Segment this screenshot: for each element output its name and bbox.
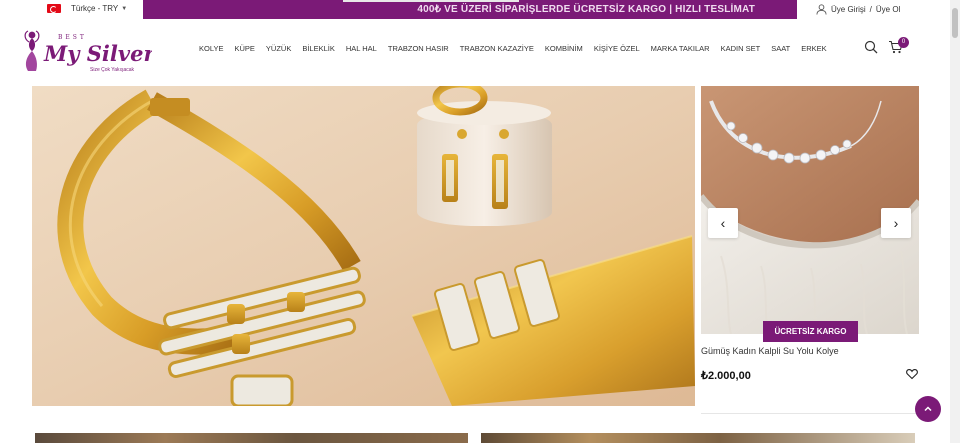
svg-text:My Silver: My Silver xyxy=(43,41,152,66)
nav-item-erkek[interactable]: ERKEK xyxy=(801,44,826,53)
nav-item-yuzuk[interactable]: YÜZÜK xyxy=(266,44,291,53)
promo-text: 400₺ VE ÜZERİ SİPARİŞLERDE ÜCRETSİZ KARG… xyxy=(417,4,755,15)
nav-item-kupe[interactable]: KÜPE xyxy=(234,44,254,53)
chevron-down-icon: ▼ xyxy=(121,5,128,12)
product-price: ₺2.000,00 xyxy=(701,370,751,382)
category-banner-right[interactable] xyxy=(481,433,915,443)
product-card[interactable]: ‹ › ÜCRETSİZ KARGO Gümüş Kadın Kalpli Su… xyxy=(701,86,919,416)
logo-graphic: BEST My Silver Size Çok Yakışacak xyxy=(24,30,156,73)
user-icon xyxy=(816,4,827,15)
gold-jewelry-set-image xyxy=(32,86,695,406)
nav-item-kisiye-ozel[interactable]: KİŞİYE ÖZEL xyxy=(594,44,640,53)
language-currency-selector[interactable]: Türkçe - TRY ▼ xyxy=(47,4,127,13)
account-links: Üye Girişi / Üye Ol xyxy=(816,4,900,15)
carousel-next-button[interactable]: › xyxy=(881,208,911,238)
chevron-up-icon xyxy=(924,406,932,412)
cart-count-badge: 0 xyxy=(898,37,909,48)
card-divider xyxy=(701,413,919,414)
nav-item-saat[interactable]: SAAT xyxy=(771,44,790,53)
promo-banner: 400₺ VE ÜZERİ SİPARİŞLERDE ÜCRETSİZ KARG… xyxy=(143,0,797,19)
main-navigation: KOLYE KÜPE YÜZÜK BİLEKLİK HAL HAL TRABZO… xyxy=(199,44,827,53)
svg-text:Size Çok Yakışacak: Size Çok Yakışacak xyxy=(90,67,135,73)
site-header: BEST My Silver Size Çok Yakışacak KOLYE … xyxy=(0,20,950,82)
promo-divider xyxy=(343,0,519,2)
scrollbar-thumb[interactable] xyxy=(952,8,958,38)
turkey-flag-icon xyxy=(47,4,61,13)
product-name[interactable]: Gümüş Kadın Kalpli Su Yolu Kolye xyxy=(701,346,839,356)
category-banner-left[interactable] xyxy=(35,433,468,443)
heart-icon[interactable] xyxy=(906,368,918,380)
hero-banner-image[interactable] xyxy=(32,86,695,406)
register-link[interactable]: Üye Ol xyxy=(876,5,900,14)
nav-item-trabzon-kazaziye[interactable]: TRABZON KAZAZİYE xyxy=(460,44,534,53)
nav-item-kadin-set[interactable]: KADIN SET xyxy=(721,44,761,53)
site-logo[interactable]: BEST My Silver Size Çok Yakışacak xyxy=(20,25,156,75)
nav-item-kolye[interactable]: KOLYE xyxy=(199,44,223,53)
vertical-scrollbar[interactable] xyxy=(950,0,960,443)
login-link[interactable]: Üye Girişi xyxy=(831,5,866,14)
account-separator: / xyxy=(869,5,872,14)
svg-text:BEST: BEST xyxy=(58,34,87,41)
scroll-to-top-button[interactable] xyxy=(915,396,941,422)
carousel-prev-button[interactable]: ‹ xyxy=(708,208,738,238)
top-bar: Türkçe - TRY ▼ 400₺ VE ÜZERİ SİPARİŞLERD… xyxy=(0,0,950,20)
nav-item-kombinim[interactable]: KOMBİNİM xyxy=(545,44,583,53)
nav-item-hal-hal[interactable]: HAL HAL xyxy=(346,44,377,53)
nav-item-trabzon-hasir[interactable]: TRABZON HASIR xyxy=(388,44,449,53)
search-icon[interactable] xyxy=(864,40,878,54)
free-shipping-badge: ÜCRETSİZ KARGO xyxy=(763,321,858,342)
nav-item-bileklik[interactable]: BİLEKLİK xyxy=(302,44,335,53)
nav-item-marka-takilar[interactable]: MARKA TAKILAR xyxy=(651,44,710,53)
language-label: Türkçe - TRY xyxy=(71,4,119,13)
